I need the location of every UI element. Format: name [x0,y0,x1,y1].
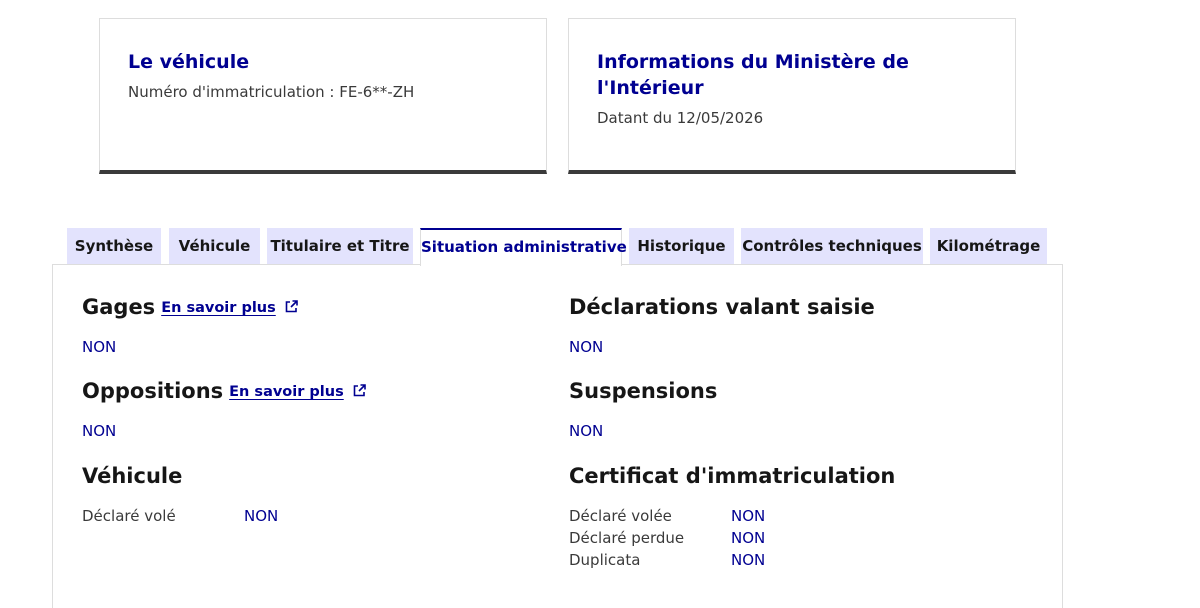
tab-controles-techniques[interactable]: Contrôles techniques [741,228,923,265]
tab-kilometrage[interactable]: Kilométrage [930,228,1047,265]
ministry-card: Informations du Ministère de l'Intérieur… [568,18,1016,174]
oppositions-title: Oppositions [82,379,224,403]
declare-perdue-value: NON [731,529,766,547]
situation-panel: Gages En savoir plus NON Oppositions En sa… [52,264,1063,608]
duplicata-value: NON [731,551,766,569]
tab-synthese[interactable]: Synthèse [67,228,161,265]
ministry-date: Datant du 12/05/2026 [597,109,764,127]
oppositions-value: NON [82,422,117,440]
external-link-icon [353,384,366,397]
declare-perdue-label: Déclaré perdue [569,529,685,547]
vehicle-card-title: Le véhicule [128,51,250,73]
tab-situation-administrative[interactable]: Situation administrative [420,228,627,266]
declarations-saisie-title: Déclarations valant saisie [569,295,875,319]
tab-vehicule[interactable]: Véhicule [169,228,260,265]
declare-volee-value: NON [731,507,766,525]
gages-title: Gages [82,295,156,319]
tab-historique[interactable]: Historique [629,228,734,265]
declarations-saisie-value: NON [569,338,604,356]
vehicle-card: Le véhicule Numéro d'immatriculation : F… [99,18,547,174]
oppositions-heading: Oppositions En savoir plus [82,379,366,403]
declare-vole-value: NON [244,507,279,525]
suspensions-title: Suspensions [569,379,718,403]
certificat-title: Certificat d'immatriculation [569,464,896,488]
vehicule-title: Véhicule [82,464,183,488]
gages-value: NON [82,338,117,356]
tab-titulaire-titre[interactable]: Titulaire et Titre [267,228,413,265]
suspensions-value: NON [569,422,604,440]
oppositions-more-link[interactable]: En savoir plus [229,384,366,400]
registration-number: Numéro d'immatriculation : FE-6**-ZH [128,83,415,101]
gages-heading: Gages En savoir plus [82,295,298,319]
external-link-icon [285,300,298,313]
gages-more-link-label: En savoir plus [161,300,276,316]
declare-vole-label: Déclaré volé [82,507,176,525]
duplicata-label: Duplicata [569,551,641,569]
gages-more-link[interactable]: En savoir plus [161,300,298,316]
oppositions-more-link-label: En savoir plus [229,384,344,400]
declare-volee-label: Déclaré volée [569,507,672,525]
ministry-card-title: Informations du Ministère de l'Intérieur [597,51,909,99]
